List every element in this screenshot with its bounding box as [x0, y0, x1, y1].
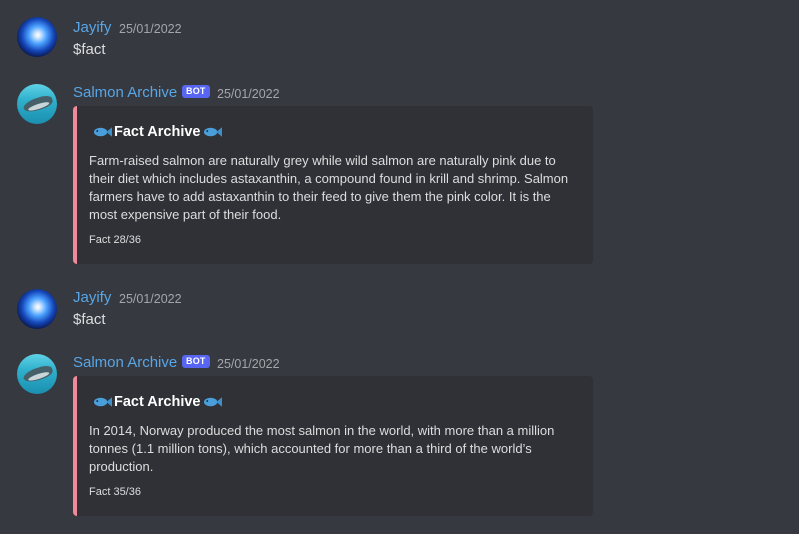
avatar[interactable]	[17, 84, 57, 124]
bot-badge: BOT	[182, 85, 210, 98]
fish-icon	[203, 397, 222, 407]
timestamp: 25/01/2022	[217, 87, 280, 101]
embed-footer: Fact 35/36	[89, 486, 141, 498]
embed-title: Fact Archive	[91, 124, 224, 140]
username[interactable]: Salmon Archive	[73, 84, 177, 101]
username[interactable]: Salmon Archive	[73, 354, 177, 371]
embed: Fact Archive In 2014, Norway produced th…	[73, 376, 593, 516]
fish-icon	[203, 127, 222, 137]
username[interactable]: Jayify	[73, 19, 111, 36]
message-content: $fact	[73, 41, 106, 58]
embed: Fact Archive Farm-raised salmon are natu…	[73, 106, 593, 264]
bot-badge: BOT	[182, 355, 210, 368]
embed-title-text: Fact Archive	[114, 394, 201, 410]
timestamp: 25/01/2022	[119, 292, 182, 306]
timestamp: 25/01/2022	[119, 22, 182, 36]
username[interactable]: Jayify	[73, 289, 111, 306]
message-content: $fact	[73, 311, 106, 328]
embed-title: Fact Archive	[91, 394, 224, 410]
fish-icon	[93, 397, 112, 407]
timestamp: 25/01/2022	[217, 357, 280, 371]
embed-footer: Fact 28/36	[89, 234, 141, 246]
avatar[interactable]	[17, 289, 57, 329]
embed-title-text: Fact Archive	[114, 124, 201, 140]
embed-description: Farm-raised salmon are naturally grey wh…	[89, 153, 569, 222]
embed-description: In 2014, Norway produced the most salmon…	[89, 423, 555, 474]
fish-icon	[93, 127, 112, 137]
avatar[interactable]	[17, 354, 57, 394]
avatar[interactable]	[17, 17, 57, 57]
